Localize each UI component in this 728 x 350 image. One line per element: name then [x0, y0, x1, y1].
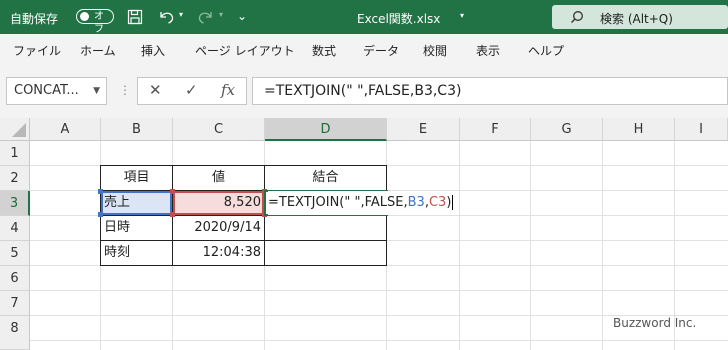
edit-formula-close: )	[446, 195, 452, 210]
column-header-i[interactable]: I	[675, 118, 728, 141]
search-box[interactable]: 検索 (Alt+Q)	[552, 5, 728, 29]
edit-formula-text: =TEXTJOIN(" ",FALSE,	[268, 195, 408, 210]
name-box-dropdown-icon[interactable]: ▼	[93, 86, 100, 96]
cell-d3-editor[interactable]: =TEXTJOIN(" ",FALSE,B3,C3)	[268, 191, 457, 215]
cell-c2[interactable]: 値	[173, 166, 264, 190]
tab-page-layout[interactable]: ページ レイアウト	[195, 42, 295, 59]
cell-d2[interactable]: 結合	[265, 166, 386, 190]
column-header-c[interactable]: C	[173, 118, 265, 141]
edit-formula-ref-b3: B3	[407, 195, 425, 210]
customize-toolbar-icon[interactable]: ⌄	[237, 9, 247, 23]
insert-function-icon[interactable]: fx	[221, 81, 235, 99]
text-cursor	[452, 195, 454, 210]
cell-c5[interactable]: 12:04:38	[173, 241, 261, 265]
column-header-b[interactable]: B	[101, 118, 173, 141]
file-menu-chevron-icon[interactable]: ▾	[460, 11, 464, 20]
tab-help[interactable]: ヘルプ	[528, 42, 564, 59]
edit-formula-ref-c3: C3	[428, 195, 447, 210]
file-name[interactable]: Excel関数.xlsx	[357, 10, 440, 27]
cell-c3[interactable]: 8,520	[173, 191, 261, 215]
cell-b4[interactable]: 日時	[104, 216, 170, 240]
gridline	[602, 141, 603, 350]
gridline	[30, 340, 728, 341]
name-box[interactable]: CONCAT... ▼	[6, 77, 107, 105]
formula-input[interactable]: =TEXTJOIN(" ",FALSE,B3,C3)	[252, 77, 728, 105]
formula-buttons: ✕ ✓ fx	[137, 77, 247, 105]
tab-home[interactable]: ホーム	[80, 42, 116, 59]
cell-b5[interactable]: 時刻	[104, 241, 170, 265]
tab-formulas[interactable]: 数式	[312, 42, 336, 59]
row-header-4[interactable]: 4	[0, 216, 30, 241]
title-bar: 自動保存 オフ ▾ ▾ ⌄ Excel関数.xlsx ▾ 検索 (Alt+Q)	[0, 0, 728, 35]
tab-review[interactable]: 校閲	[423, 42, 447, 59]
row-header-8[interactable]: 8	[0, 316, 30, 350]
gridline	[459, 141, 460, 350]
row-header-2[interactable]: 2	[0, 166, 30, 191]
cell-b3[interactable]: 売上	[104, 191, 170, 215]
toggle-knob	[80, 12, 89, 21]
row-header-1[interactable]: 1	[0, 141, 30, 166]
redo-icon	[197, 9, 215, 29]
formula-bar-area: CONCAT... ▼ ⋮ ✕ ✓ fx =TEXTJOIN(" ",FALSE…	[0, 68, 728, 118]
formula-bar-grip-icon: ⋮	[119, 83, 131, 97]
tab-view[interactable]: 表示	[476, 42, 500, 59]
column-header-h[interactable]: H	[603, 118, 675, 141]
watermark: Buzzword Inc.	[613, 316, 697, 330]
save-icon[interactable]	[127, 9, 143, 29]
autosave-toggle[interactable]: オフ	[76, 9, 114, 35]
cancel-icon[interactable]: ✕	[149, 81, 162, 99]
enter-icon[interactable]: ✓	[185, 81, 198, 99]
tab-data[interactable]: データ	[363, 42, 399, 59]
search-placeholder: 検索 (Alt+Q)	[600, 12, 673, 26]
row-header-6[interactable]: 6	[0, 266, 30, 291]
select-all-corner[interactable]	[0, 118, 30, 141]
row-header-7[interactable]: 7	[0, 291, 30, 316]
autosave-state: オフ	[94, 11, 104, 35]
column-header-g[interactable]: G	[531, 118, 603, 141]
cell-c4[interactable]: 2020/9/14	[173, 216, 261, 240]
undo-icon[interactable]	[157, 9, 175, 29]
undo-dropdown-icon[interactable]: ▾	[179, 10, 183, 19]
column-header-d[interactable]: D	[265, 118, 387, 141]
gridline	[530, 141, 531, 350]
search-icon	[570, 9, 584, 28]
column-header-f[interactable]: F	[460, 118, 531, 141]
tab-file[interactable]: ファイル	[13, 42, 61, 59]
name-box-value: CONCAT...	[14, 83, 79, 98]
column-header-a[interactable]: A	[30, 118, 101, 141]
column-header-e[interactable]: E	[387, 118, 460, 141]
ribbon-tabs: ファイル ホーム 挿入 ページ レイアウト 数式 データ 校閲 表示 ヘルプ	[0, 34, 728, 68]
autosave-label: 自動保存	[10, 12, 59, 26]
cell-b2[interactable]: 項目	[101, 166, 172, 190]
row-header-3[interactable]: 3	[0, 191, 30, 216]
row-header-5[interactable]: 5	[0, 241, 30, 266]
reference-handle[interactable]	[98, 212, 103, 217]
redo-dropdown-icon: ▾	[219, 10, 224, 19]
gridline	[30, 290, 728, 291]
tab-insert[interactable]: 挿入	[141, 42, 165, 59]
